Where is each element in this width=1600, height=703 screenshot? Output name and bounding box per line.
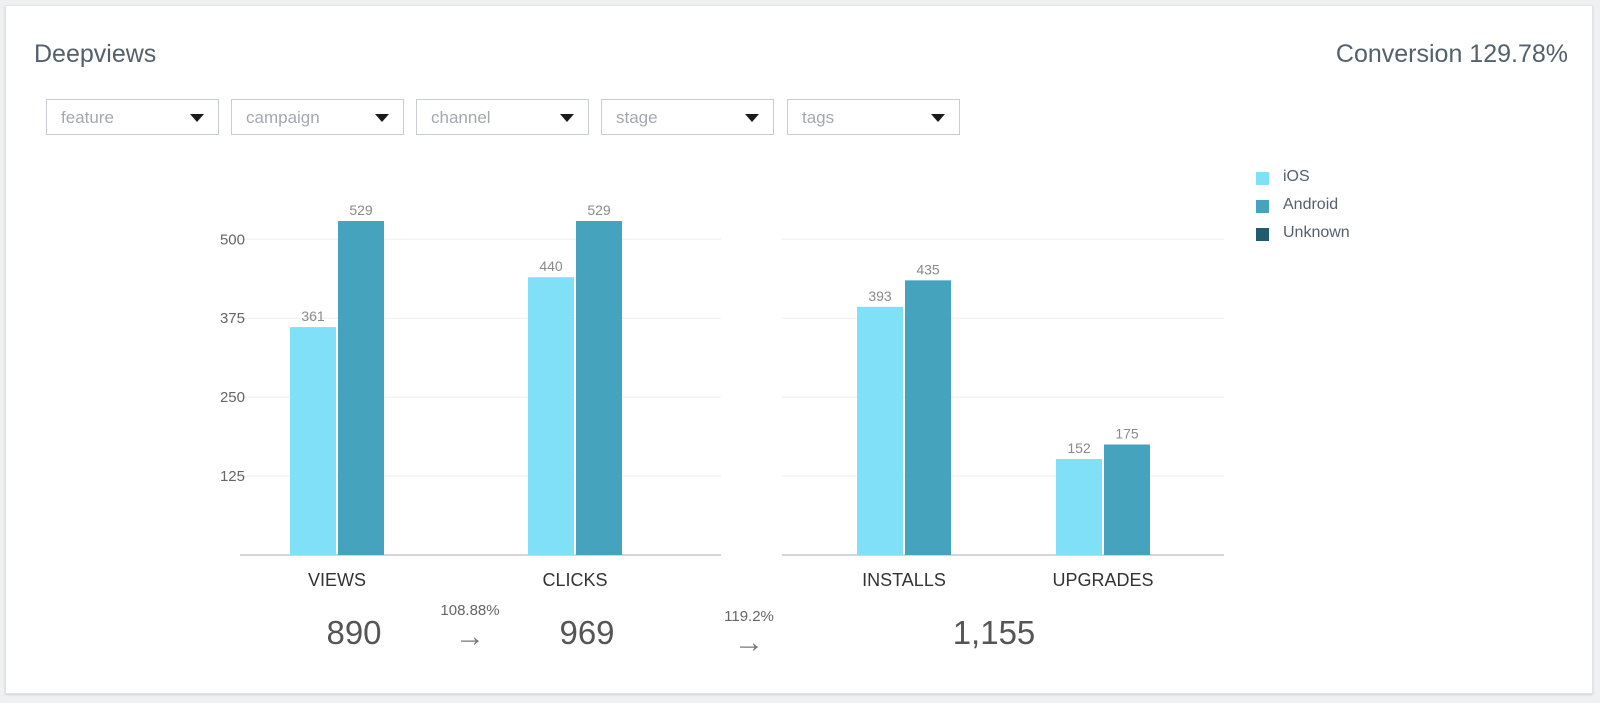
bar [338, 221, 384, 555]
category-label: CLICKS [542, 570, 607, 590]
bar-value-label: 361 [301, 308, 325, 324]
views-total: 890 [326, 614, 382, 651]
bar [576, 221, 622, 555]
views-to-clicks-rate: 108.88% [440, 602, 500, 619]
clicks-to-installs-rate: 119.2% [724, 608, 774, 625]
clicks-total: 969 [559, 614, 615, 651]
arrow-right-icon: → [455, 620, 485, 653]
bar [528, 277, 574, 555]
bar [290, 327, 336, 555]
bar [857, 306, 903, 555]
bar-value-label: 529 [587, 202, 611, 218]
y-tick-label: 375 [220, 310, 245, 327]
arrow-right-icon: → [734, 626, 764, 659]
bar-value-label: 529 [349, 202, 373, 218]
bar [1104, 444, 1150, 555]
category-label: INSTALLS [862, 570, 946, 590]
deepviews-card: Deepviews Conversion 129.78% feature cam… [5, 5, 1593, 694]
bar-value-label: 393 [868, 288, 892, 304]
bar [1056, 459, 1102, 555]
y-tick-label: 500 [220, 231, 245, 248]
category-label: VIEWS [308, 570, 366, 590]
bar-value-label: 440 [539, 258, 563, 274]
y-tick-label: 125 [220, 468, 245, 485]
bar [905, 280, 951, 555]
y-tick-label: 250 [220, 389, 245, 406]
bar-value-label: 435 [916, 261, 940, 277]
bar-value-label: 175 [1115, 426, 1139, 442]
funnel-bar-chart: 125 250 375 500 361 529 VIEWS 440 529 CLICKS 393 43… [220, 202, 1224, 590]
installs-total: 1,155 [952, 614, 1036, 651]
bar-value-label: 152 [1067, 440, 1091, 456]
category-label: UPGRADES [1052, 570, 1153, 590]
